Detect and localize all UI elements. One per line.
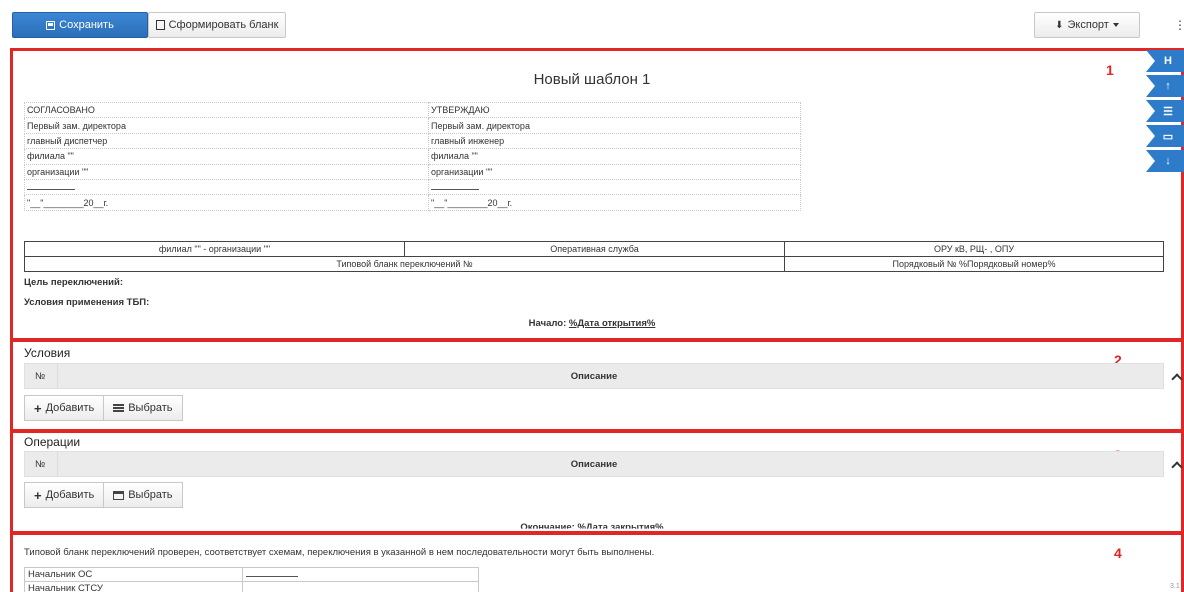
column-description: Описание: [570, 459, 618, 470]
download-icon: ⬇: [1055, 19, 1064, 31]
signers-table: Начальник ОС Начальник СТСУ: [24, 567, 479, 592]
approval-row: [24, 178, 801, 196]
approval-cell[interactable]: УТВЕРЖДАЮ: [428, 101, 801, 119]
operations-grid-header: № Описание: [24, 451, 1183, 477]
signature-line: [246, 569, 298, 577]
signature-line: [431, 182, 479, 191]
card-icon: ▭: [1162, 130, 1174, 143]
form-blank-label: Сформировать бланк: [168, 19, 279, 31]
signer-row: Начальник СТСУ: [24, 581, 479, 592]
signer-cell[interactable]: Начальник СТСУ: [24, 581, 243, 592]
conditions-grid-header: № Описание: [24, 363, 1183, 389]
start-date-field[interactable]: %Дата открытия%: [569, 318, 655, 329]
signature-line-cell[interactable]: [428, 178, 801, 196]
document-icon: [155, 20, 165, 30]
save-label: Сохранить: [59, 19, 114, 31]
blank-number-cell[interactable]: Типовой бланк переключений №: [24, 256, 785, 272]
add-operation-button[interactable]: + Добавить: [24, 482, 105, 508]
approval-date-cell[interactable]: "__"________20__г.: [24, 194, 429, 211]
approval-row: СОГЛАСОВАНО УТВЕРЖДАЮ: [24, 101, 801, 119]
sequence-number-cell[interactable]: Порядковый № %Порядковый номер%: [784, 256, 1164, 272]
signature-line-cell[interactable]: [24, 178, 429, 196]
approval-row: Первый зам. директора Первый зам. директо…: [24, 117, 801, 134]
export-button[interactable]: ⬇ Экспорт: [1034, 12, 1140, 38]
select-label: Выбрать: [128, 489, 173, 501]
conditions-title: Условия: [24, 346, 71, 360]
conditions-button-group: + Добавить Выбрать: [24, 395, 183, 421]
column-description: Описание: [570, 371, 618, 382]
approval-cell[interactable]: СОГЛАСОВАНО: [24, 101, 429, 119]
toolbar: Сохранить Сформировать бланк ⬇ Экспорт ⋮: [0, 0, 1184, 46]
plus-icon: +: [34, 400, 42, 416]
card-icon: [113, 490, 125, 500]
signer-cell[interactable]: Начальник ОС: [24, 567, 243, 582]
document-title: Новый шаблон 1: [533, 71, 651, 88]
verification-text: Типовой бланк переключений проверен, соо…: [24, 547, 655, 558]
approval-cell[interactable]: главный инженер: [428, 132, 801, 150]
select-label: Выбрать: [128, 402, 173, 414]
approval-date-cell[interactable]: "__"________20__г.: [428, 194, 801, 211]
approval-row: филиала "" филиала "": [24, 148, 801, 165]
header-icon: H: [1164, 55, 1172, 67]
more-menu-button[interactable]: ⋮: [1172, 12, 1184, 38]
blank-header-table: филиал "" - организации "" Оперативная с…: [24, 241, 1164, 272]
add-condition-button[interactable]: + Добавить: [24, 395, 105, 421]
annotation-number-4: 4: [1114, 545, 1122, 561]
goal-label: Цель переключений:: [24, 277, 123, 288]
approval-cell[interactable]: Первый зам. директора: [24, 117, 429, 134]
select-operation-button[interactable]: Выбрать: [104, 482, 183, 508]
approval-cell[interactable]: главный диспетчер: [24, 132, 429, 150]
add-label: Добавить: [45, 402, 95, 414]
operational-service-cell[interactable]: Оперативная служба: [404, 241, 785, 257]
approval-cell[interactable]: филиала "": [428, 148, 801, 165]
approval-cell[interactable]: филиала "": [24, 148, 429, 165]
operations-button-group: + Добавить Выбрать: [24, 482, 183, 508]
branch-organization-cell[interactable]: филиал "" - организации "": [24, 241, 405, 257]
start-line: Начало: %Дата открытия%: [0, 318, 1184, 329]
list-icon: [113, 404, 125, 412]
operations-title: Операции: [24, 435, 81, 449]
plus-icon: +: [34, 487, 42, 503]
form-blank-button[interactable]: Сформировать бланк: [148, 12, 286, 38]
add-label: Добавить: [45, 489, 95, 501]
approval-cell[interactable]: организации "": [24, 163, 429, 180]
approval-row: "__"________20__г. "__"________20__г.: [24, 194, 801, 211]
approval-row: организации "" организации "": [24, 163, 801, 180]
list-icon: ☰: [1163, 105, 1173, 118]
approval-row: главный диспетчер главный инженер: [24, 132, 801, 150]
signature-cell[interactable]: [242, 581, 479, 592]
approval-cell[interactable]: Первый зам. директора: [428, 117, 801, 134]
menu-icon: ⋮: [1174, 18, 1184, 32]
start-label: Начало:: [528, 318, 569, 329]
signature-line: [27, 182, 75, 191]
signature-cell[interactable]: [242, 567, 479, 582]
version-label: 3.1: [1170, 583, 1180, 590]
export-label: Экспорт: [1067, 19, 1109, 31]
save-button[interactable]: Сохранить: [12, 12, 148, 38]
caret-down-icon: [1112, 23, 1119, 27]
save-icon: [46, 20, 56, 30]
approval-table: СОГЛАСОВАНО УТВЕРЖДАЮ Первый зам. директо…: [24, 101, 801, 211]
arrow-down-icon: ↓: [1165, 155, 1171, 167]
approval-cell[interactable]: организации "": [428, 163, 801, 180]
substation-cell[interactable]: ОРУ кВ, РЩ- , ОПУ: [784, 241, 1164, 257]
signer-row: Начальник ОС: [24, 567, 479, 582]
annotation-box-3: [10, 430, 1184, 534]
conditions-label: Условия применения ТБП:: [24, 297, 150, 308]
select-condition-button[interactable]: Выбрать: [104, 395, 183, 421]
